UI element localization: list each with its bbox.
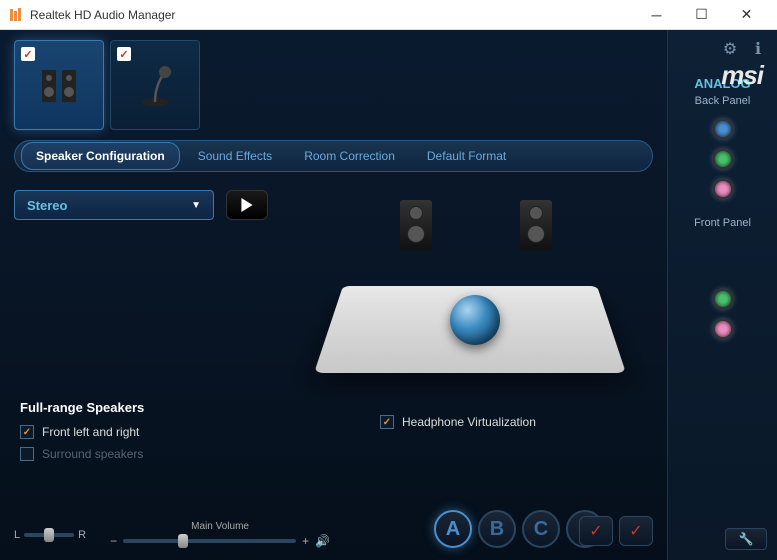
preset-b[interactable]: B (478, 510, 516, 548)
right-panel: msi ⚙ ℹ ANALOG Back Panel Front Panel 🔧 (667, 30, 777, 560)
gear-icon[interactable]: ⚙ (721, 40, 739, 58)
preset-c[interactable]: C (522, 510, 560, 548)
play-icon (240, 198, 254, 212)
close-button[interactable]: ✕ (724, 0, 769, 30)
titlebar: Realtek HD Audio Manager ─ ☐ ✕ (0, 0, 777, 30)
tab-default-format[interactable]: Default Format (413, 143, 520, 169)
checkbox-label: Front left and right (42, 425, 139, 439)
play-test-button[interactable] (226, 190, 268, 220)
balance-slider[interactable] (24, 533, 74, 537)
tab-room-correction[interactable]: Room Correction (290, 143, 409, 169)
jack-front-mic[interactable] (713, 319, 733, 339)
maximize-button[interactable]: ☐ (679, 0, 724, 30)
config-tabs: Speaker Configuration Sound Effects Room… (14, 140, 653, 172)
slider-thumb[interactable] (44, 528, 54, 542)
check-icon (20, 447, 34, 461)
main-volume-label: Main Volume (110, 521, 330, 532)
checkbox-surround: Surround speakers (20, 447, 144, 461)
jack-back-lineout[interactable] (713, 149, 733, 169)
headphone-virt-section: Headphone Virtualization (380, 415, 536, 437)
tab-speaker-configuration[interactable]: Speaker Configuration (21, 142, 180, 170)
stage-speaker-left[interactable] (400, 200, 432, 250)
microphone-icon (130, 60, 180, 110)
jack-back-mic[interactable] (713, 179, 733, 199)
check-icon (380, 415, 394, 429)
connector-settings-button[interactable]: 🔧 (725, 528, 767, 550)
back-panel-label: Back Panel (676, 95, 769, 107)
main-volume-slider[interactable] (123, 539, 296, 543)
device-tab-speakers[interactable] (14, 40, 104, 130)
check-icon (21, 47, 35, 61)
app-icon (8, 7, 24, 23)
cancel-button[interactable]: ✓ (619, 516, 653, 546)
check-icon (117, 47, 131, 61)
full-range-title: Full-range Speakers (20, 400, 144, 415)
slider-thumb[interactable] (178, 534, 188, 548)
front-panel-label: Front Panel (676, 217, 769, 229)
checkbox-label: Surround speakers (42, 447, 143, 461)
balance-l: L (14, 529, 20, 541)
checkbox-hp-virtualization[interactable]: Headphone Virtualization (380, 415, 536, 429)
jack-front-lineout[interactable] (713, 289, 733, 309)
preset-a[interactable]: A (434, 510, 472, 548)
check-icon (20, 425, 34, 439)
info-icon[interactable]: ℹ (749, 40, 767, 58)
listener-orb (450, 295, 500, 345)
checkbox-label: Headphone Virtualization (402, 415, 536, 429)
speakers-icon (34, 60, 84, 110)
jack-back-linein[interactable] (713, 119, 733, 139)
speaker-stage (330, 210, 630, 410)
plus-icon[interactable]: + (302, 534, 309, 548)
speaker-config-dropdown[interactable]: Stereo ▼ (14, 190, 214, 220)
device-tab-microphone[interactable] (110, 40, 200, 130)
checkbox-front-lr[interactable]: Front left and right (20, 425, 144, 439)
dropdown-value: Stereo (27, 198, 67, 213)
minus-icon[interactable]: − (110, 534, 117, 548)
tab-sound-effects[interactable]: Sound Effects (184, 143, 287, 169)
window-title: Realtek HD Audio Manager (30, 8, 634, 22)
stage-speaker-right[interactable] (520, 200, 552, 250)
minimize-button[interactable]: ─ (634, 0, 679, 30)
full-range-section: Full-range Speakers Front left and right… (20, 400, 144, 469)
chevron-down-icon: ▼ (191, 200, 201, 211)
speaker-icon[interactable]: 🔊 (315, 534, 330, 548)
brand-logo: msi (721, 60, 763, 91)
balance-r: R (78, 529, 86, 541)
apply-button[interactable]: ✓ (579, 516, 613, 546)
balance-control: L R (14, 529, 86, 541)
